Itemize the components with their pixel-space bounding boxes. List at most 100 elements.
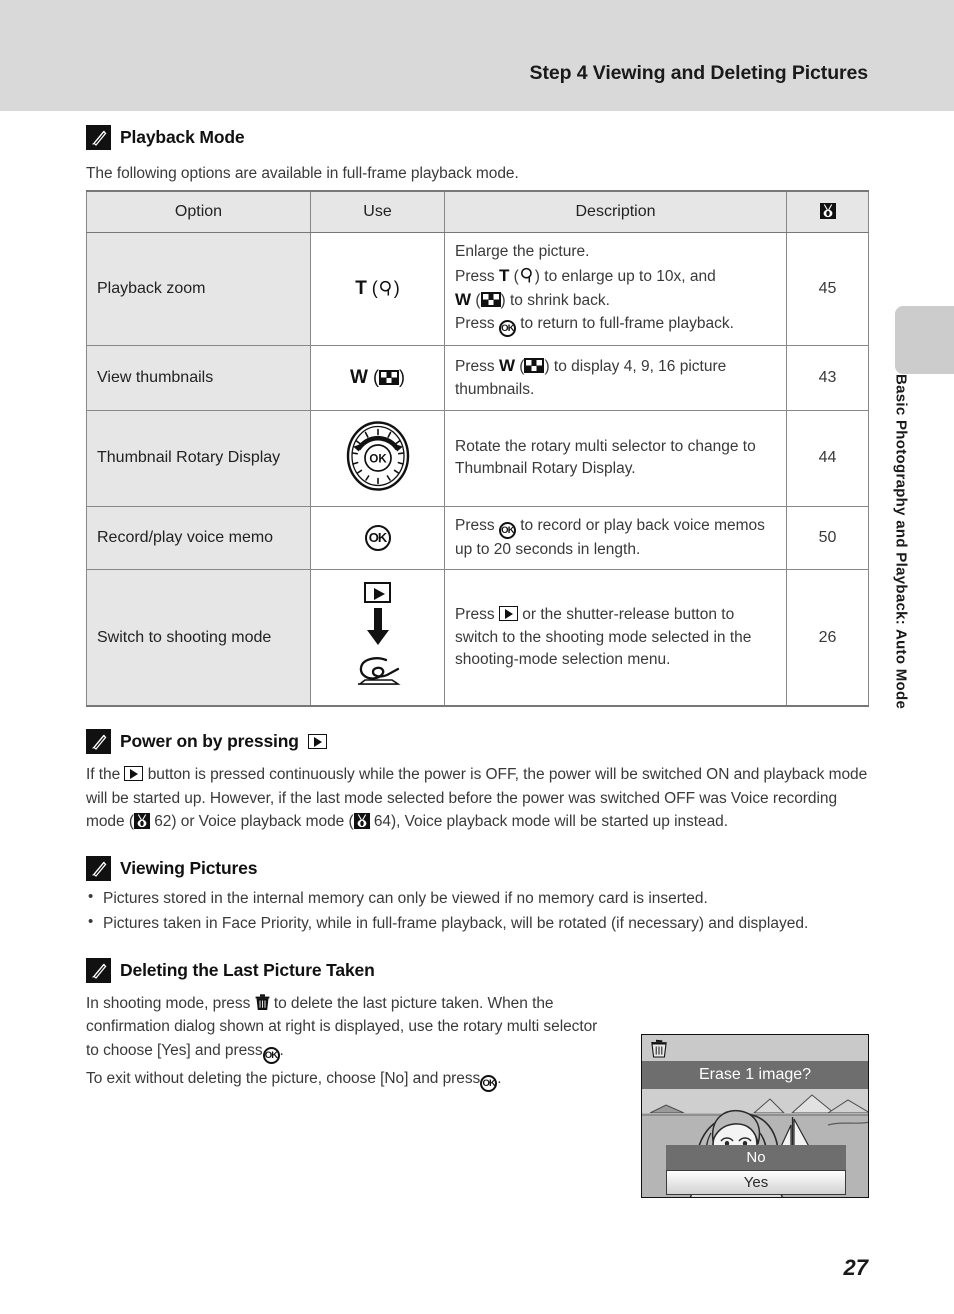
power-on-paragraph: If the button is pressed continuously wh… <box>86 763 868 834</box>
page-reference-number: 64 <box>373 813 391 831</box>
zoom-wide-label: W <box>350 367 368 389</box>
paragraph-text: ) or Voice playback mode ( <box>171 813 354 831</box>
ok-button-icon: OK <box>498 521 516 539</box>
deleting-last-paragraph-2: To exit without deleting the picture, ch… <box>86 1067 614 1092</box>
pencil-note-icon <box>86 856 111 881</box>
trash-can-icon <box>255 993 270 1011</box>
section-heading-text: Deleting the Last Picture Taken <box>120 959 375 980</box>
thumbnail-grid-icon <box>378 370 399 386</box>
svg-text:OK: OK <box>369 453 387 465</box>
down-arrow-icon <box>365 608 391 651</box>
ok-button-icon: OK <box>498 320 516 338</box>
section-heading-text: Playback Mode <box>120 127 245 147</box>
desc-text: Press <box>455 358 495 376</box>
lcd-option-no[interactable]: No <box>666 1145 846 1170</box>
page-number: 27 <box>843 1255 868 1280</box>
wide-key-label: W <box>455 290 472 310</box>
page-title: Step 4 Viewing and Deleting Pictures <box>529 62 869 84</box>
play-button-icon <box>498 605 518 621</box>
page-reference: 43 <box>786 345 869 411</box>
ok-button-icon: OK <box>480 1074 498 1092</box>
option-description: Press W () to display 4, 9, 16 picture t… <box>444 345 787 411</box>
deleting-last-paragraph-1: In shooting mode, press to delete the la… <box>86 992 614 1064</box>
column-header-option: Option <box>86 189 311 234</box>
play-button-icon <box>307 734 327 750</box>
play-button-icon <box>124 766 144 782</box>
option-name: View thumbnails <box>86 345 311 411</box>
desc-line-2: Press T ( ) to enlarge up to 10x, and <box>455 265 716 285</box>
table-row: Thumbnail Rotary Display OK Rotate the r… <box>86 409 869 507</box>
section-heading-deleting-last-picture: Deleting the Last Picture Taken <box>86 957 868 983</box>
table-row: Record/play voice memo OK Press OK to re… <box>86 505 869 571</box>
desc-text: Press <box>455 516 495 534</box>
lcd-banner-text: Erase 1 image? <box>642 1061 868 1089</box>
magnifier-icon <box>519 267 535 284</box>
column-header-description: Description <box>444 189 787 234</box>
paragraph-text: In shooting mode, press <box>86 994 251 1012</box>
option-use-control: OK <box>310 409 445 507</box>
paragraph-text: . <box>279 1041 284 1059</box>
option-use-control: T ( ) <box>310 232 445 347</box>
page-reference: 45 <box>786 232 869 347</box>
table-header-row: Option Use Description <box>86 189 869 234</box>
option-name: Record/play voice memo <box>86 505 311 571</box>
table-row: Playback zoom T ( ) Enlarge the picture.… <box>86 232 869 347</box>
page-reference-icon <box>819 202 836 219</box>
paragraph-text: . <box>497 1069 502 1087</box>
desc-text: to shrink back. <box>509 292 610 310</box>
page-reference-icon <box>133 813 150 830</box>
zoom-tele-label: T <box>355 278 367 300</box>
section-heading-power-on: Power on by pressing <box>86 729 868 755</box>
pencil-note-icon <box>86 957 111 983</box>
lcd-status-bar <box>642 1035 868 1061</box>
content-column: Playback Mode The following options are … <box>86 111 869 1092</box>
chapter-label-text: Basic Photography and Playback: Auto Mod… <box>892 374 910 710</box>
desc-text: Press <box>455 267 495 285</box>
option-name: Playback zoom <box>86 232 311 347</box>
ok-button-icon: OK <box>364 525 391 552</box>
rotary-multi-selector-icon: OK <box>341 419 415 493</box>
page-reference-icon <box>353 813 370 830</box>
list-item: Pictures taken in Face Priority, while i… <box>86 911 868 935</box>
paragraph-text: If the <box>86 766 121 784</box>
section-heading-text: Viewing Pictures <box>120 858 258 878</box>
section-heading-viewing-pictures: Viewing Pictures <box>86 856 868 881</box>
desc-text: Press <box>455 315 495 333</box>
column-header-page-reference <box>786 189 869 234</box>
option-use-control: OK <box>310 505 445 571</box>
camera-shooting-icon <box>354 656 402 693</box>
chapter-label: Basic Photography and Playback: Auto Mod… <box>884 374 918 794</box>
wide-key-label: W <box>498 356 515 376</box>
lcd-confirmation-menu: No Yes <box>666 1145 846 1195</box>
page-reference-number: 62 <box>154 813 172 831</box>
desc-text: to return to full-frame playback. <box>520 315 734 333</box>
desc-text: Press <box>455 605 495 623</box>
chapter-tab <box>895 306 954 374</box>
tele-key-label: T <box>498 265 510 285</box>
option-use-control <box>310 569 445 708</box>
trash-can-icon <box>650 1039 668 1058</box>
lcd-option-yes[interactable]: Yes <box>666 1170 846 1195</box>
ok-button-icon: OK <box>262 1046 280 1064</box>
option-description: Enlarge the picture. Press T ( ) to enla… <box>444 232 787 347</box>
playback-mode-intro: The following options are available in f… <box>86 165 519 182</box>
play-button-icon <box>364 582 391 604</box>
table-row: Switch to shooting mode Press or the shu… <box>86 569 869 708</box>
column-header-use: Use <box>310 189 445 234</box>
pencil-note-icon <box>86 125 111 150</box>
paragraph-text: To exit without deleting the picture, ch… <box>86 1069 481 1087</box>
viewing-pictures-list: Pictures stored in the internal memory c… <box>86 886 868 936</box>
option-name: Thumbnail Rotary Display <box>86 409 311 507</box>
option-name: Switch to shooting mode <box>86 569 311 708</box>
playback-options-table: Option Use Description Playback zoom T (… <box>86 189 869 708</box>
desc-line-4: Press OK to return to full-frame playbac… <box>455 313 776 338</box>
page-header-band <box>0 0 954 111</box>
desc-text: to display 4, 9, 16 picture thumbnails. <box>455 358 727 399</box>
desc-line-3: W () to shrink back. <box>455 290 610 310</box>
list-item: Pictures stored in the internal memory c… <box>86 886 868 910</box>
page-reference: 50 <box>786 505 869 571</box>
thumbnail-grid-icon <box>524 358 545 374</box>
section-heading-text: Power on by pressing <box>120 731 299 752</box>
desc-text: to enlarge up to 10x, and <box>544 267 716 285</box>
page-reference: 26 <box>786 569 869 708</box>
